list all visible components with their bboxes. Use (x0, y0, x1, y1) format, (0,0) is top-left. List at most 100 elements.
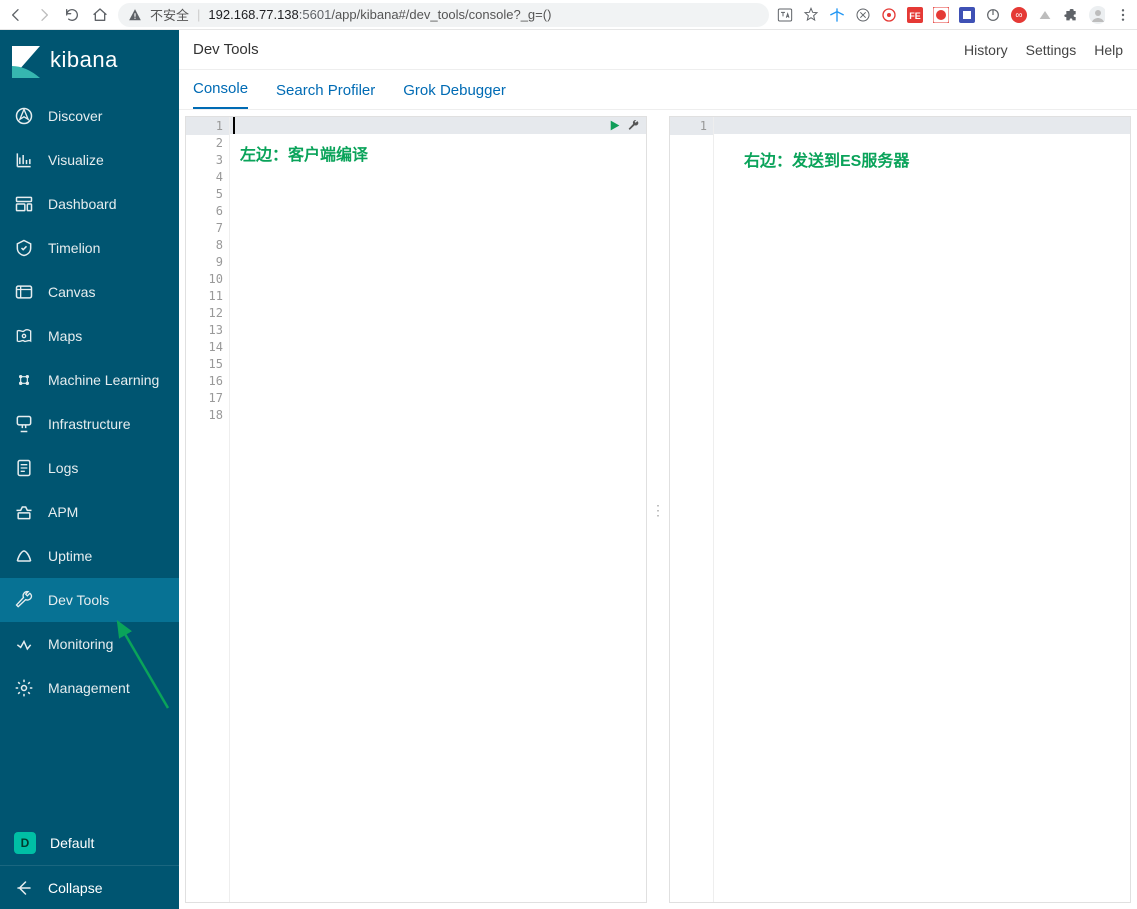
header-link-history[interactable]: History (964, 42, 1008, 58)
response-line-gutter: 1 (670, 117, 714, 902)
tray-icon (14, 502, 34, 522)
sidebar-item-label: Management (48, 680, 130, 696)
space-badge: D (14, 832, 36, 854)
sidebar-item-label: Logs (48, 460, 78, 476)
dashboard-icon (14, 194, 34, 214)
sidebar-item-visualize[interactable]: Visualize (0, 138, 179, 182)
wrench-icon (14, 590, 34, 610)
svg-text:FE: FE (909, 11, 921, 21)
main-content: Dev Tools History Settings Help Console Sea… (179, 30, 1137, 909)
sidebar-item-label: Uptime (48, 548, 92, 564)
grid-icon (14, 282, 34, 302)
shield-icon (14, 238, 34, 258)
page-header: Dev Tools History Settings Help (179, 30, 1137, 70)
tab-console[interactable]: Console (193, 80, 248, 109)
sidebar-item-discover[interactable]: Discover (0, 94, 179, 138)
space-label: Default (50, 835, 94, 851)
network-icon (14, 370, 34, 390)
sidebar-item-label: Monitoring (48, 636, 113, 652)
pane-resize-handle[interactable]: ⋮ (653, 116, 663, 903)
translate-icon[interactable] (777, 7, 793, 23)
extension-icon-3[interactable] (881, 7, 897, 23)
response-viewer: 右边：发送到ES服务器 (714, 117, 1130, 902)
sidebar-item-canvas[interactable]: Canvas (0, 270, 179, 314)
annotation-left: 左边：客户端编译 (240, 141, 368, 165)
sidebar-item-logs[interactable]: Logs (0, 446, 179, 490)
extension-icons: FE ∞ (777, 7, 1131, 23)
app-logo[interactable]: kibana (0, 30, 179, 90)
sidebar-item-label: APM (48, 504, 78, 520)
profile-avatar-icon[interactable] (1089, 7, 1105, 23)
extension-icon-8[interactable] (1037, 7, 1053, 23)
sidebar-item-label: Dev Tools (48, 592, 109, 608)
map-icon (14, 326, 34, 346)
sidebar-item-machine-learning[interactable]: Machine Learning (0, 358, 179, 402)
extension-icon-6[interactable] (959, 7, 975, 23)
sidebar-item-dashboard[interactable]: Dashboard (0, 182, 179, 226)
app-logo-text: kibana (50, 47, 118, 73)
sidebar-item-maps[interactable]: Maps (0, 314, 179, 358)
server-icon (14, 414, 34, 434)
browser-toolbar: 不安全 | 192.168.77.138:5601/app/kibana#/de… (0, 0, 1137, 30)
sidebar-item-apm[interactable]: APM (0, 490, 179, 534)
nav-home-button[interactable] (90, 5, 110, 25)
extensions-puzzle-icon[interactable] (1063, 7, 1079, 23)
annotation-right: 右边：发送到ES服务器 (744, 147, 909, 171)
header-link-help[interactable]: Help (1094, 42, 1123, 58)
extension-icon-4[interactable]: FE (907, 7, 923, 23)
sidebar-item-timelion[interactable]: Timelion (0, 226, 179, 270)
heartbeat-icon (14, 634, 34, 654)
nav-forward-button[interactable] (34, 5, 54, 25)
sidebar-item-monitoring[interactable]: Monitoring (0, 622, 179, 666)
request-line-gutter: 123456789101112131415161718 (186, 117, 230, 902)
tab-search-profiler[interactable]: Search Profiler (276, 82, 375, 109)
request-options-button[interactable] (627, 119, 640, 132)
svg-text:∞: ∞ (1015, 10, 1022, 21)
url-bar[interactable]: 不安全 | 192.168.77.138:5601/app/kibana#/de… (118, 3, 769, 27)
arrow-left-icon (14, 878, 34, 898)
sidebar-item-label: Maps (48, 328, 82, 344)
text-cursor (233, 117, 235, 134)
console-request-pane[interactable]: 123456789101112131415161718 左边：客户端编译 (185, 116, 647, 903)
space-selector[interactable]: D Default (0, 821, 179, 865)
console: 123456789101112131415161718 左边：客户端编译 (179, 110, 1137, 909)
request-editor[interactable]: 左边：客户端编译 (230, 117, 646, 902)
power-icon[interactable] (985, 7, 1001, 23)
send-request-button[interactable] (608, 119, 621, 132)
compass-icon (14, 106, 34, 126)
uptime-icon (14, 546, 34, 566)
sidebar-item-label: Dashboard (48, 196, 117, 212)
sidebar-item-label: Visualize (48, 152, 104, 168)
bar-chart-icon (14, 150, 34, 170)
extension-icon-5[interactable] (933, 7, 949, 23)
sidebar-item-label: Discover (48, 108, 102, 124)
collapse-sidebar-button[interactable]: Collapse (0, 865, 179, 909)
nav-back-button[interactable] (6, 5, 26, 25)
sidebar-item-dev-tools[interactable]: Dev Tools (0, 578, 179, 622)
extension-icon-2[interactable] (855, 7, 871, 23)
sidebar-item-uptime[interactable]: Uptime (0, 534, 179, 578)
header-link-settings[interactable]: Settings (1026, 42, 1077, 58)
sidebar-item-label: Canvas (48, 284, 95, 300)
sidebar-item-management[interactable]: Management (0, 666, 179, 710)
extension-icon-1[interactable] (829, 7, 845, 23)
page-title: Dev Tools (193, 41, 964, 58)
kibana-logo-icon (12, 46, 40, 74)
security-label: 不安全 (150, 5, 189, 24)
sidebar: kibana Discover Visualize Dashboard Timelio… (0, 30, 179, 909)
sidebar-item-label: Machine Learning (48, 372, 159, 388)
gear-icon (14, 678, 34, 698)
extension-icon-7[interactable]: ∞ (1011, 7, 1027, 23)
sidebar-item-label: Timelion (48, 240, 100, 256)
document-icon (14, 458, 34, 478)
sidebar-item-infrastructure[interactable]: Infrastructure (0, 402, 179, 446)
nav-reload-button[interactable] (62, 5, 82, 25)
url-text: 192.168.77.138:5601/app/kibana#/dev_tool… (208, 7, 551, 22)
insecure-icon (128, 8, 142, 22)
browser-menu-icon[interactable] (1115, 7, 1131, 23)
tabs: Console Search Profiler Grok Debugger (179, 70, 1137, 110)
console-response-pane: 1 右边：发送到ES服务器 (669, 116, 1131, 903)
sidebar-item-label: Infrastructure (48, 416, 130, 432)
tab-grok-debugger[interactable]: Grok Debugger (403, 82, 506, 109)
bookmark-star-icon[interactable] (803, 7, 819, 23)
